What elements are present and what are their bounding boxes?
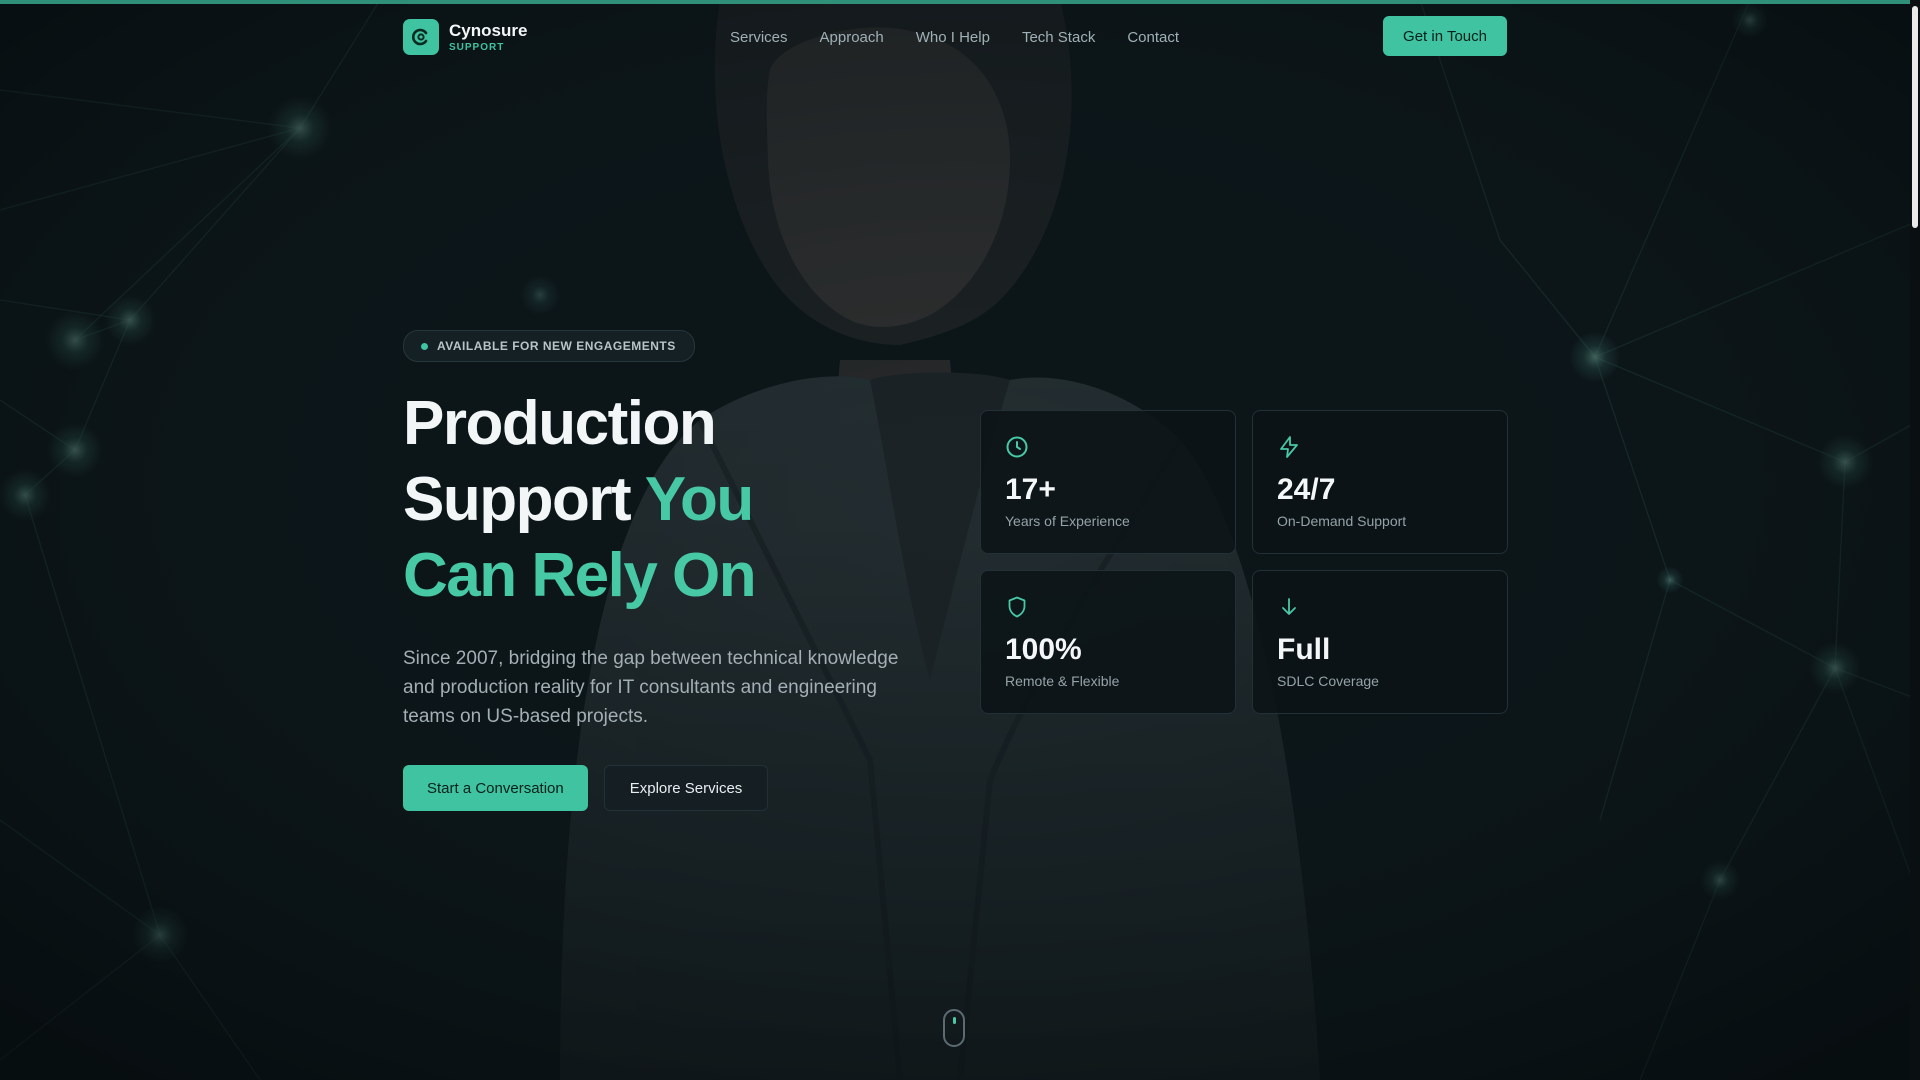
- headline-accent-2: Can Rely On: [403, 541, 757, 610]
- headline-line-2: Support: [403, 465, 632, 534]
- availability-badge: AVAILABLE FOR NEW ENGAGEMENTS: [403, 330, 695, 362]
- stats-grid: 17+ Years of Experience 24/7 On-Demand S…: [980, 410, 1508, 714]
- nav-link-contact[interactable]: Contact: [1127, 29, 1179, 46]
- nav-link-approach[interactable]: Approach: [820, 29, 884, 46]
- brand-name: Cynosure: [449, 20, 528, 40]
- shield-icon: [1008, 596, 1026, 618]
- stat-card-support: 24/7 On-Demand Support: [1252, 410, 1508, 554]
- headline-line-1: Production: [403, 389, 717, 458]
- start-conversation-button[interactable]: Start a Conversation: [403, 765, 588, 811]
- hero-headline: Production Support You Can Rely On: [403, 386, 923, 614]
- status-dot-icon: [421, 342, 428, 350]
- arrow-down-icon: [1282, 598, 1296, 615]
- top-accent-line: [0, 0, 1920, 4]
- stat-label: Remote & Flexible: [1005, 673, 1120, 689]
- stat-label: On-Demand Support: [1277, 513, 1407, 529]
- top-navigation: Cynosure SUPPORT Services Approach Who I…: [403, 16, 1507, 57]
- stat-value: Full: [1277, 633, 1331, 666]
- nav-link-tech-stack[interactable]: Tech Stack: [1022, 29, 1095, 46]
- stat-label: SDLC Coverage: [1277, 673, 1379, 689]
- clock-icon: [1006, 436, 1028, 458]
- brand-logo[interactable]: Cynosure SUPPORT: [403, 19, 527, 55]
- stat-card-sdlc: Full SDLC Coverage: [1252, 570, 1508, 714]
- get-in-touch-button[interactable]: Get in Touch: [1383, 16, 1507, 56]
- page-scrollbar[interactable]: [1910, 0, 1920, 1080]
- stat-card-experience: 17+ Years of Experience: [980, 410, 1236, 554]
- scrollbar-thumb[interactable]: [1912, 6, 1918, 228]
- stat-label: Years of Experience: [1005, 513, 1130, 529]
- brand-tagline: SUPPORT: [449, 41, 505, 53]
- scroll-down-mouse-icon[interactable]: [943, 1009, 965, 1047]
- nav-link-who-i-help[interactable]: Who I Help: [916, 29, 990, 46]
- hero-background: [0, 0, 1920, 1080]
- explore-services-button[interactable]: Explore Services: [603, 765, 769, 811]
- lightning-icon: [1280, 436, 1298, 458]
- stat-card-remote: 100% Remote & Flexible: [980, 570, 1236, 714]
- hero-description: Since 2007, bridging the gap between tec…: [403, 648, 899, 727]
- main-menu: Services Approach Who I Help Tech Stack …: [730, 29, 1179, 46]
- cynosure-logo-icon: [403, 19, 439, 55]
- scroll-wheel-indicator: [953, 1017, 956, 1024]
- stat-value: 24/7: [1277, 473, 1336, 506]
- availability-badge-text: AVAILABLE FOR NEW ENGAGEMENTS: [437, 339, 676, 353]
- stat-value: 17+: [1005, 473, 1056, 506]
- network-background-image: [0, 0, 1920, 1080]
- hero-actions: Start a Conversation Explore Services: [403, 765, 923, 811]
- headline-accent-1: You: [644, 465, 755, 534]
- nav-link-services[interactable]: Services: [730, 29, 788, 46]
- hero-section: AVAILABLE FOR NEW ENGAGEMENTS Production…: [403, 330, 923, 811]
- stat-value: 100%: [1005, 633, 1082, 666]
